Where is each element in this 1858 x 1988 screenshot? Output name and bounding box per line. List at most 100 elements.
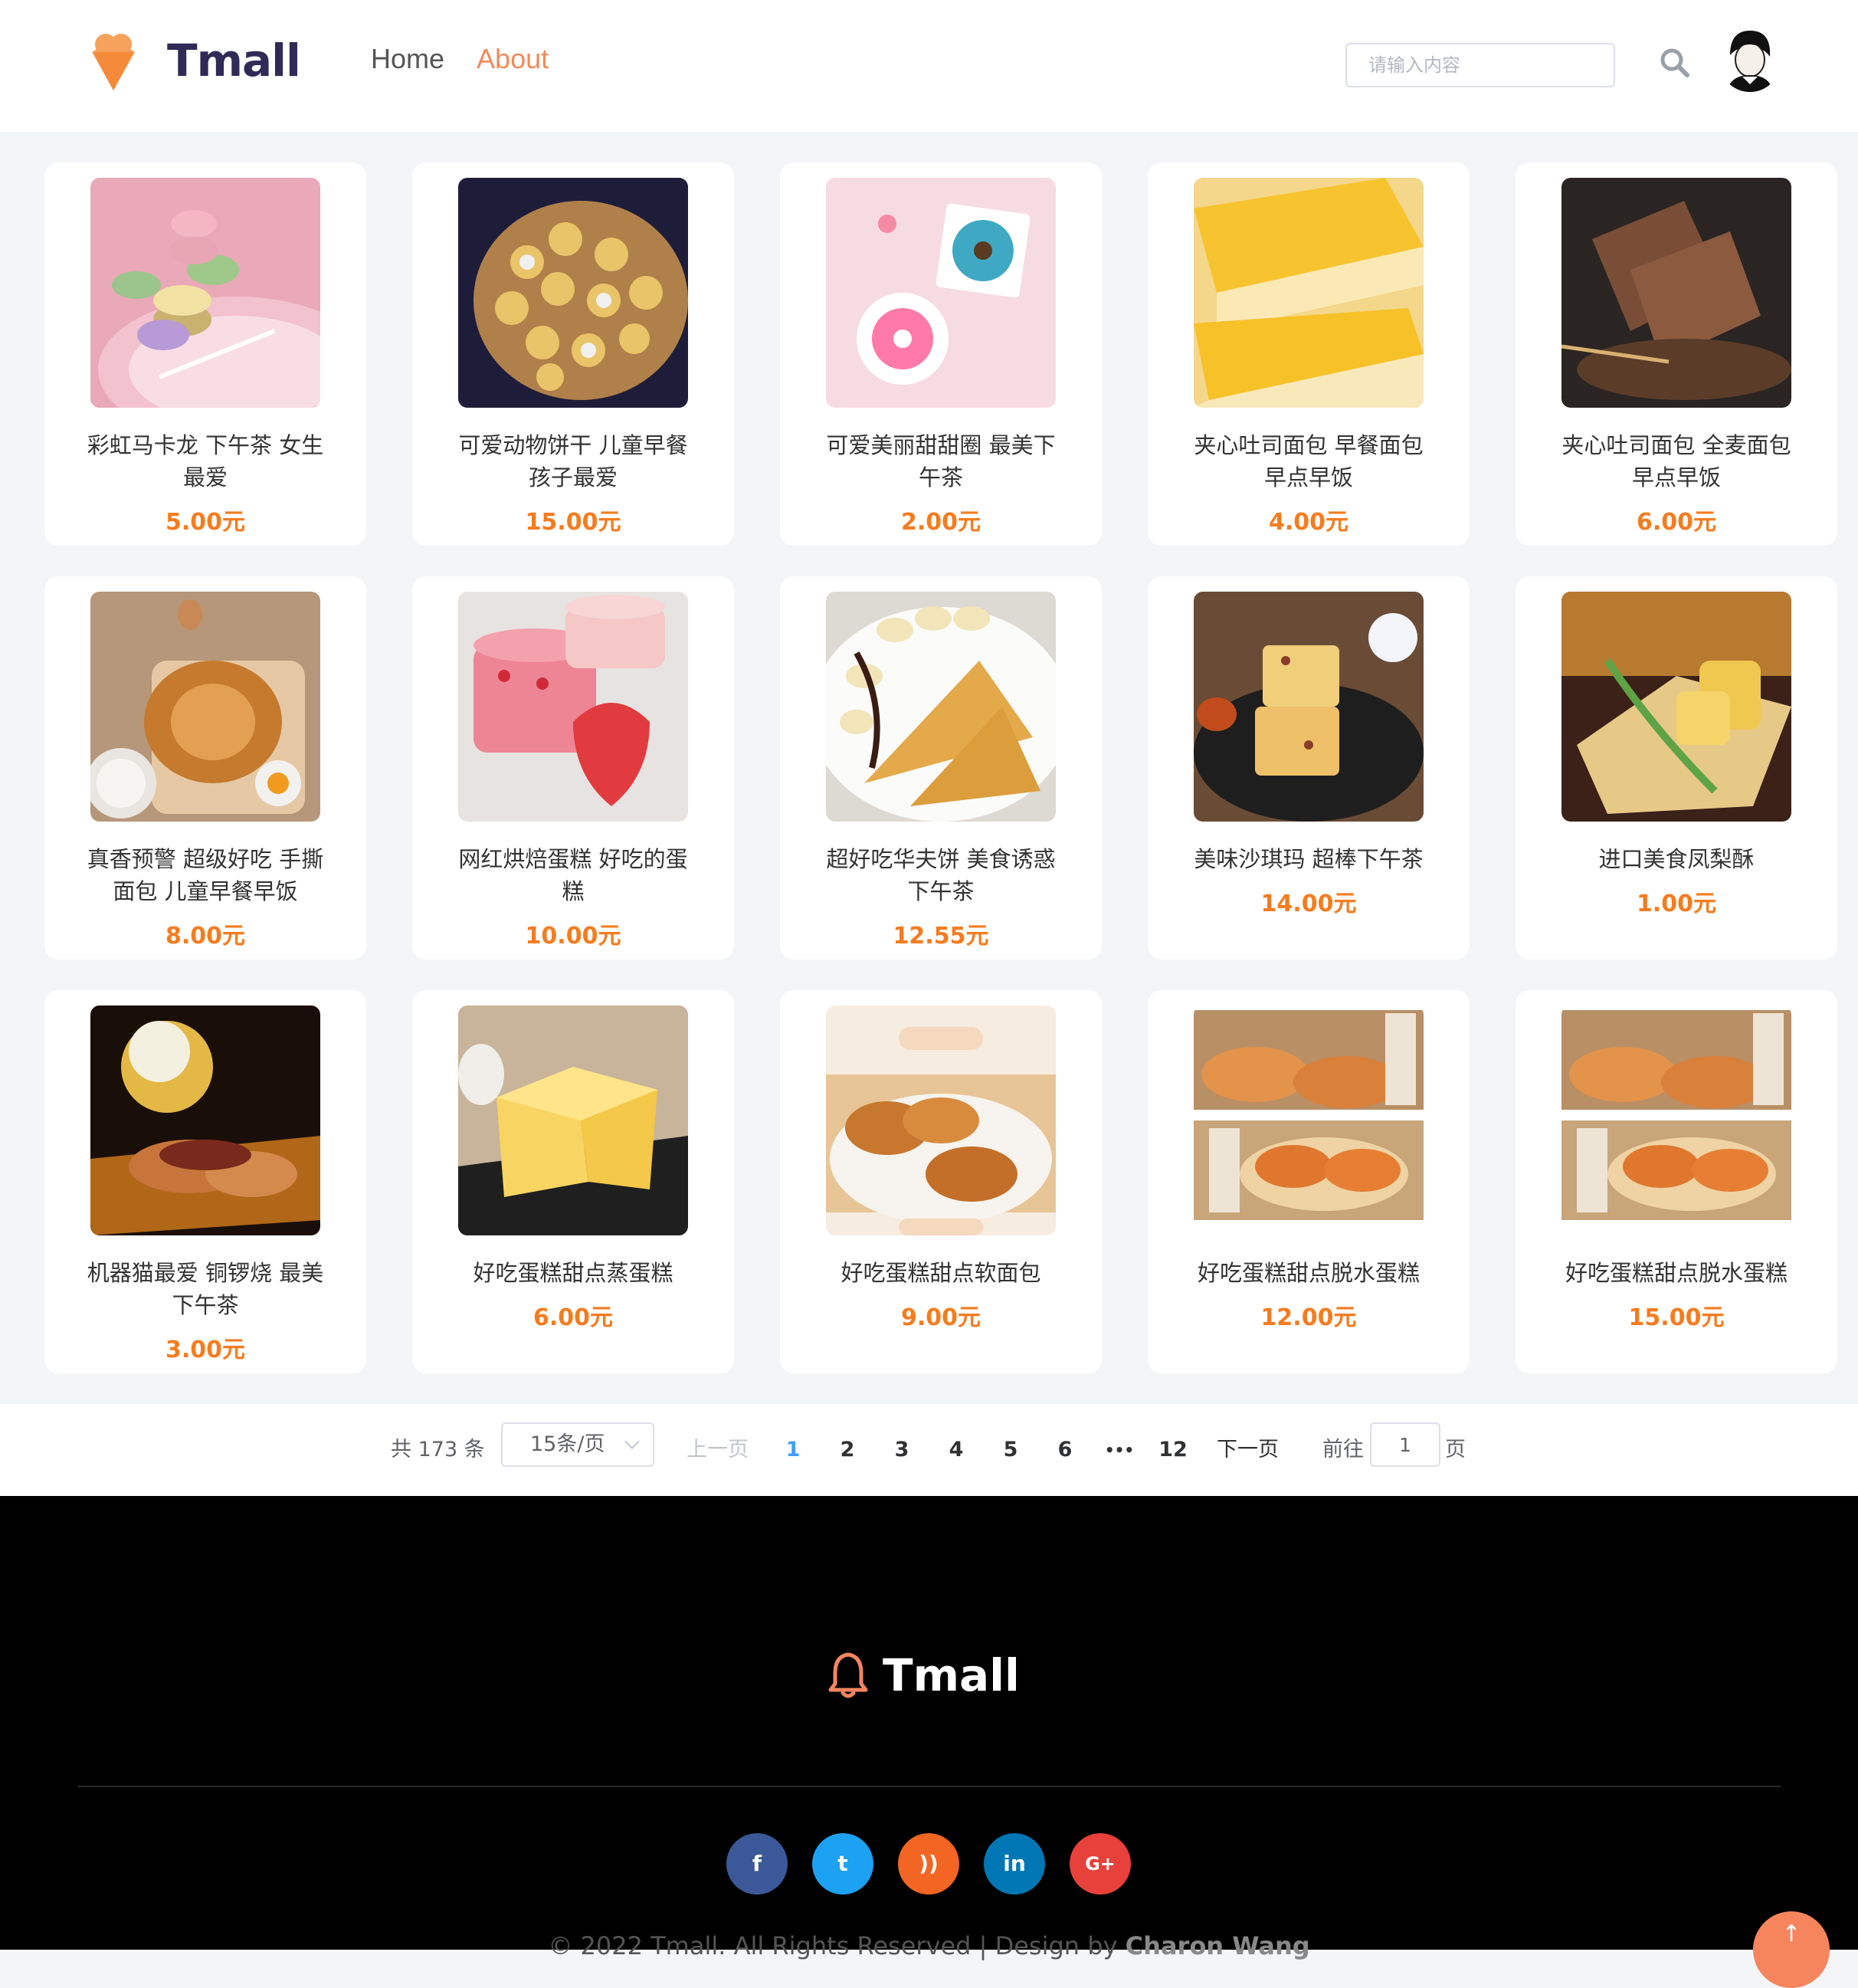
product-image xyxy=(1561,178,1791,408)
product-price: 3.00元 xyxy=(165,1337,246,1363)
chevron-down-icon xyxy=(624,1434,640,1449)
facebook-icon[interactable]: f xyxy=(726,1833,788,1895)
linkedin-icon[interactable]: in xyxy=(984,1833,1045,1895)
product-card[interactable]: 网红烘焙蛋糕 好吃的蛋糕 10.00元 xyxy=(412,576,734,960)
pineapple-cake-image xyxy=(1561,592,1791,822)
product-name: 夹心吐司面包 早餐面包 早点早饭 xyxy=(1194,432,1424,490)
page-12[interactable]: 12 xyxy=(1154,1432,1192,1468)
page-ellipsis[interactable]: ••• xyxy=(1100,1432,1139,1468)
page-3[interactable]: 3 xyxy=(883,1432,921,1468)
product-card[interactable]: 彩虹马卡龙 下午茶 女生最爱 5.00元 xyxy=(44,162,366,546)
product-image xyxy=(458,1005,688,1235)
google-plus-icon[interactable]: G+ xyxy=(1070,1833,1131,1895)
product-name: 机器猫最爱 铜锣烧 最美下午茶 xyxy=(87,1260,324,1318)
product-image xyxy=(90,1005,320,1235)
nav-about[interactable]: About xyxy=(477,43,549,75)
prev-page-button[interactable]: 上一页 xyxy=(687,1432,749,1468)
product-image xyxy=(458,178,688,408)
brand-logo[interactable]: Tmall xyxy=(86,29,301,92)
user-avatar[interactable] xyxy=(1719,25,1781,92)
product-card[interactable]: 超好吃华夫饼 美食诱惑 下午茶 12.55元 xyxy=(780,576,1102,960)
goto-suffix: 页 xyxy=(1445,1438,1466,1461)
wholewheat-bread-image xyxy=(1561,178,1791,408)
product-price: 15.00元 xyxy=(1628,1304,1725,1331)
product-card[interactable]: 好吃蛋糕甜点脱水蛋糕 15.00元 xyxy=(1516,990,1837,1373)
twitter-icon[interactable]: t xyxy=(812,1833,873,1895)
product-image xyxy=(90,178,320,408)
steamed-cake-image xyxy=(458,1005,688,1235)
page-2[interactable]: 2 xyxy=(828,1432,867,1468)
product-name: 真香预警 超级好吃 手撕面包 儿童早餐早饭 xyxy=(87,846,324,904)
product-price: 5.00元 xyxy=(165,509,246,536)
product-price: 9.00元 xyxy=(900,1304,981,1331)
product-price: 6.00元 xyxy=(532,1304,614,1331)
product-card[interactable]: 可爱动物饼干 儿童早餐 孩子最爱 15.00元 xyxy=(412,162,734,546)
page-1[interactable]: 1 xyxy=(774,1432,812,1468)
product-name: 好吃蛋糕甜点蒸蛋糕 xyxy=(473,1260,673,1286)
product-card[interactable]: 好吃蛋糕甜点软面包 9.00元 xyxy=(780,990,1102,1373)
product-card[interactable]: 进口美食凤梨酥 1.00元 xyxy=(1516,576,1837,960)
product-image xyxy=(458,592,688,822)
goto-label: 前往 xyxy=(1322,1438,1364,1461)
product-card[interactable]: 真香预警 超级好吃 手撕面包 儿童早餐早饭 8.00元 xyxy=(44,576,366,960)
page-4[interactable]: 4 xyxy=(937,1432,975,1468)
product-grid: 彩虹马卡龙 下午茶 女生最爱 5.00元 可爱动物饼干 儿童早餐 孩子最爱 15… xyxy=(0,132,1858,1404)
product-name: 好吃蛋糕甜点脱水蛋糕 xyxy=(1565,1260,1788,1286)
search-input[interactable] xyxy=(1345,43,1615,87)
page-5[interactable]: 5 xyxy=(991,1432,1030,1468)
back-to-top-button[interactable]: ↑ xyxy=(1753,1911,1830,1988)
copyright-text: © 2022 Tmall. All Rights Reserved | Desi… xyxy=(548,1931,1118,1960)
product-image xyxy=(90,592,320,822)
product-card[interactable]: 夹心吐司面包 早餐面包 早点早饭 4.00元 xyxy=(1148,162,1470,546)
dehydrated-cake-image xyxy=(1561,1005,1791,1235)
product-price: 15.00元 xyxy=(525,509,621,536)
product-image xyxy=(826,178,1056,408)
product-price: 6.00元 xyxy=(1636,509,1717,536)
page-size-select[interactable]: 15条/页 xyxy=(501,1422,654,1467)
footer-logo[interactable]: Tmall xyxy=(827,1649,1020,1701)
product-price: 14.00元 xyxy=(1260,891,1357,917)
goto-page-input[interactable] xyxy=(1370,1422,1440,1467)
product-price: 1.00元 xyxy=(1636,891,1717,917)
dorayaki-image xyxy=(90,1005,320,1235)
product-price: 8.00元 xyxy=(165,923,246,950)
product-card[interactable]: 美味沙琪玛 超棒下午茶 14.00元 xyxy=(1148,576,1470,960)
search-icon[interactable] xyxy=(1658,46,1692,80)
product-card[interactable]: 机器猫最爱 铜锣烧 最美下午茶 3.00元 xyxy=(44,990,366,1373)
rss-icon[interactable]: )) xyxy=(898,1833,959,1895)
product-image xyxy=(1194,1005,1424,1235)
animal-cookies-image xyxy=(458,178,688,408)
product-card[interactable]: 可爱美丽甜甜圈 最美下午茶 2.00元 xyxy=(780,162,1102,546)
nav-home[interactable]: Home xyxy=(371,43,444,75)
footer-brand-name: Tmall xyxy=(883,1649,1020,1701)
pagination: 共 173 条 15条/页 上一页 1 2 3 4 5 6 ••• 12 下一页… xyxy=(0,1404,1858,1496)
product-card[interactable]: 好吃蛋糕甜点脱水蛋糕 12.00元 xyxy=(1148,990,1470,1373)
top-header: Tmall Home About xyxy=(0,0,1858,132)
page-size-value: 15条/页 xyxy=(530,1432,605,1456)
product-image xyxy=(826,592,1056,822)
toast-image xyxy=(1194,178,1424,408)
page-6[interactable]: 6 xyxy=(1046,1432,1084,1468)
product-card[interactable]: 夹心吐司面包 全麦面包 早点早饭 6.00元 xyxy=(1516,162,1837,546)
arrow-up-icon: ↑ xyxy=(1781,1921,1801,1947)
soft-bread-image xyxy=(826,1005,1056,1235)
next-page-button[interactable]: 下一页 xyxy=(1217,1432,1279,1468)
pagination-total: 共 173 条 xyxy=(391,1438,485,1461)
product-price: 12.55元 xyxy=(893,923,989,950)
product-name: 网红烘焙蛋糕 好吃的蛋糕 xyxy=(458,846,688,904)
product-image xyxy=(1194,592,1424,822)
product-price: 2.00元 xyxy=(900,509,981,536)
product-name: 可爱动物饼干 儿童早餐 孩子最爱 xyxy=(458,432,688,490)
pull-apart-bread-image xyxy=(90,592,320,822)
product-image xyxy=(1561,592,1791,822)
waffle-image xyxy=(826,592,1056,822)
product-name: 超好吃华夫饼 美食诱惑 下午茶 xyxy=(826,846,1056,904)
product-name: 彩虹马卡龙 下午茶 女生最爱 xyxy=(87,432,324,490)
product-name: 美味沙琪玛 超棒下午茶 xyxy=(1194,846,1424,872)
product-image xyxy=(1561,1005,1791,1235)
copyright: © 2022 Tmall. All Rights Reserved | Desi… xyxy=(0,1931,1858,1960)
bell-icon xyxy=(828,1652,868,1698)
main-nav: Home About xyxy=(371,43,549,75)
product-name: 进口美食凤梨酥 xyxy=(1598,846,1755,872)
product-card[interactable]: 好吃蛋糕甜点蒸蛋糕 6.00元 xyxy=(412,990,734,1373)
